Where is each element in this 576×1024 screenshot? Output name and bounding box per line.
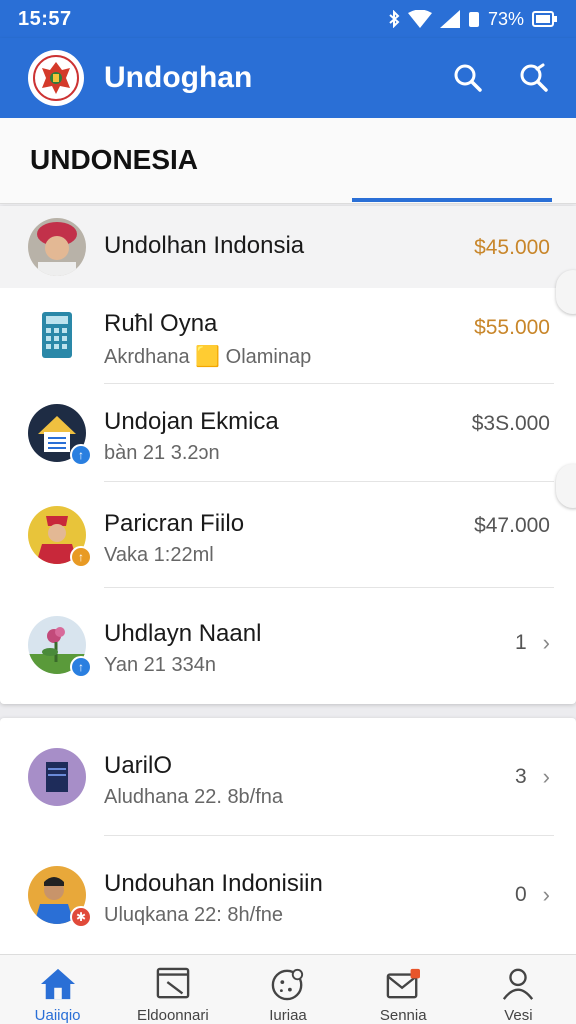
- list-item[interactable]: ↑ Uhdlayn Naanl Yan 21 334n 1 ›: [0, 588, 576, 704]
- search-icon: [520, 63, 548, 92]
- item-subtitle: Akrdhana 🟨 Olaminap: [104, 346, 312, 368]
- nav-messages[interactable]: Sennia: [346, 955, 461, 1024]
- wifi-icon: [407, 10, 432, 28]
- avatar: [28, 748, 86, 806]
- avatar: ✱: [28, 866, 92, 928]
- search-button[interactable]: [446, 56, 490, 100]
- nav-documents[interactable]: Eldoonnari: [115, 955, 230, 1024]
- item-subtitle: Vaka 1:22ml: [104, 544, 214, 566]
- nav-profile[interactable]: Vesi: [461, 955, 576, 1024]
- item-count: 1 ›: [515, 630, 550, 656]
- item-count-value: 0: [514, 883, 527, 906]
- status-icons: 73%: [388, 9, 558, 30]
- edge-scroll-handle[interactable]: [556, 270, 576, 314]
- item-price: $55.000: [474, 316, 550, 339]
- nav-label: Sennia: [379, 1007, 427, 1024]
- signal-icon: [439, 10, 460, 28]
- list-item[interactable]: ↑ Undojan Ekmica bàn 21 3.2ɔn $3S.000: [0, 384, 576, 482]
- list-item[interactable]: ✱ Undouhan Indonisiin Uluqkana 22: 8h/fn…: [0, 836, 576, 958]
- emblem-icon: [33, 55, 79, 101]
- item-subtitle: Uluqkana 22: 8h/fne: [104, 904, 284, 926]
- item-name: Paricran Fiilo: [104, 510, 245, 537]
- document-icon: [156, 967, 190, 999]
- item-count: 0 ›: [515, 882, 550, 908]
- tab-title[interactable]: UNDONESIA: [30, 144, 198, 176]
- list-card: UarilO Aludhana 22. 8b/fna 3 › ✱ Undouha…: [0, 718, 576, 958]
- item-name: UarilO: [104, 752, 173, 779]
- status-bar: 15:57 73%: [0, 0, 576, 38]
- badge-icon: ↑: [70, 656, 92, 678]
- cookie-icon: [271, 968, 304, 1001]
- badge-icon: ✱: [70, 906, 92, 928]
- search-icon: [454, 64, 482, 92]
- item-subtitle: bàn 21 3.2ɔn: [104, 442, 220, 464]
- list-item[interactable]: UarilO Aludhana 22. 8b/fna 3 ›: [0, 718, 576, 836]
- nav-home[interactable]: Uaiiqio: [0, 955, 115, 1024]
- list-card: Undolhan Indonsia $45.000 Ruħl Oyna Akrd…: [0, 206, 576, 704]
- nav-label: Eldoonnari: [136, 1007, 209, 1024]
- item-name: Ruħl Oyna: [104, 310, 218, 337]
- avatar: ↑: [28, 616, 92, 678]
- person-icon: [503, 968, 534, 1000]
- badge-icon: ↑: [70, 444, 92, 466]
- item-subtitle: Yan 21 334n: [104, 654, 216, 676]
- bluetooth-icon: [388, 10, 400, 28]
- chevron-right-icon[interactable]: ›: [543, 630, 550, 656]
- status-time: 15:57: [18, 7, 72, 30]
- bottom-nav: Uaiiqio Eldoonnari Iuriaa Sennia Vesi: [0, 954, 576, 1024]
- battery-percent: 73%: [487, 8, 524, 29]
- calculator-icon: [28, 308, 86, 366]
- badge-icon: ↑: [70, 546, 92, 568]
- item-price: $3S.000: [471, 412, 550, 435]
- app-logo[interactable]: [28, 50, 84, 106]
- nav-label: Iuriaa: [269, 1007, 307, 1024]
- item-name: Uhdlayn Naanl: [104, 620, 262, 647]
- tab-indicator: [352, 198, 552, 202]
- chevron-right-icon[interactable]: ›: [543, 764, 550, 790]
- chevron-right-icon[interactable]: ›: [543, 882, 550, 908]
- list-item[interactable]: Undolhan Indonsia $45.000: [0, 206, 576, 288]
- item-count-value: 1: [514, 631, 527, 654]
- avatar: [28, 218, 86, 276]
- app-title: Undoghan: [104, 61, 253, 94]
- app-bar: Undoghan: [0, 38, 576, 118]
- nav-label: Uaiiqio: [34, 1007, 81, 1024]
- list-item[interactable]: Ruħl Oyna Akrdhana 🟨 Olaminap $55.000: [0, 288, 576, 384]
- item-name: Undolhan Indonsia: [104, 232, 305, 259]
- item-subtitle: Aludhana 22. 8b/fna: [104, 786, 284, 808]
- tab-header: UNDONESIA: [0, 118, 576, 204]
- item-name: Undojan Ekmica: [104, 408, 279, 435]
- avatar: ↑: [28, 404, 92, 466]
- item-price: $47.000: [474, 514, 550, 537]
- list-item[interactable]: ↑ Paricran Fiilo Vaka 1:22ml $47.000: [0, 482, 576, 588]
- home-icon: [40, 968, 75, 1000]
- sim-icon: [468, 10, 480, 28]
- item-count: 3 ›: [515, 764, 550, 790]
- avatar: ↑: [28, 506, 92, 568]
- item-name: Undouhan Indonisiin: [104, 870, 323, 897]
- mail-icon: [386, 968, 421, 999]
- nav-label: Vesi: [504, 1007, 533, 1024]
- nav-explore[interactable]: Iuriaa: [230, 955, 345, 1024]
- battery-icon: [532, 10, 558, 28]
- item-count-value: 3: [514, 765, 527, 788]
- search-filter-button[interactable]: [512, 56, 556, 100]
- edge-scroll-handle[interactable]: [556, 464, 576, 508]
- item-price: $45.000: [474, 236, 550, 259]
